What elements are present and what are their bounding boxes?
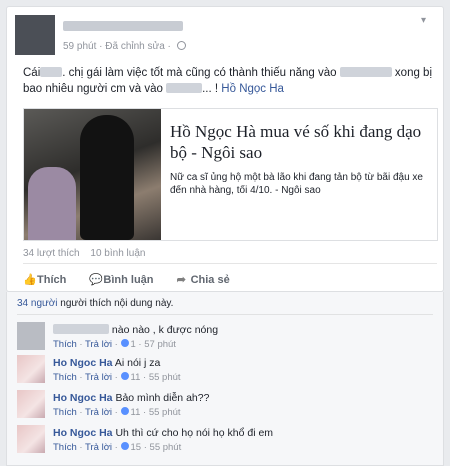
like-icon xyxy=(120,442,129,450)
link-title[interactable]: Hồ Ngọc Hà mua vé số khi đang dạo bộ - N… xyxy=(170,121,432,163)
link-description: Nữ ca sĩ ủng hộ một bà lão khi đang tản … xyxy=(170,172,423,196)
comment-time[interactable]: 55 phút xyxy=(149,372,181,383)
comment-reply-link[interactable]: Trả lời xyxy=(85,339,112,350)
chevron-down-icon[interactable]: ▾ xyxy=(421,15,431,26)
thumbnail-figure xyxy=(28,167,76,240)
comment-button[interactable]: 💬Bình luận xyxy=(89,273,153,286)
commenter-avatar[interactable] xyxy=(17,355,45,383)
like-label: Thích xyxy=(37,274,67,286)
thumbnail-figure xyxy=(80,115,134,240)
post-header: 59 phút · Đã chỉnh sửa · ▾ xyxy=(15,15,435,55)
comment-text: Ai nói j za xyxy=(114,357,161,369)
author-name-redacted[interactable] xyxy=(63,21,183,31)
like-button[interactable]: 👍Thích xyxy=(23,273,66,286)
comment-meta: Thích · Trả lời · 15 · 55 phút xyxy=(53,442,182,453)
comment-text: Bảo mình diễn ah?? xyxy=(115,392,210,404)
post-text: Cái . chị gái làm việc tốt mà cũng có thà… xyxy=(23,65,433,97)
comment-text: Uh thì cứ cho họ nói họ khổ đi em xyxy=(115,427,274,439)
comment-author[interactable]: Ho Ngoc Ha xyxy=(53,357,113,369)
comment-like-link[interactable]: Thích xyxy=(53,372,77,383)
comment-reply-link[interactable]: Trả lời xyxy=(85,442,112,453)
comment-time[interactable]: 55 phút xyxy=(149,407,181,418)
post-stats: 34 lượt thích 10 bình luận xyxy=(23,248,153,259)
globe-icon xyxy=(176,41,186,50)
likers-link[interactable]: 34 người xyxy=(17,298,58,309)
share-label: Chia sẻ xyxy=(190,274,230,286)
likers-text: người thích nội dung này. xyxy=(60,298,174,309)
post-card: 59 phút · Đã chỉnh sửa · ▾ Cái . chị gái … xyxy=(6,6,444,292)
comment-item: Ho Ngoc Ha Uh thì cứ cho họ nói họ khổ đ… xyxy=(17,425,437,459)
commenter-avatar[interactable] xyxy=(17,425,45,453)
comment-meta: Thích · Trả lời · 11 · 55 phút xyxy=(53,372,181,383)
comment-time[interactable]: 55 phút xyxy=(150,442,182,453)
post-text-part: . chị gái làm việc tốt mà cũng có thành … xyxy=(62,67,337,79)
comment-item: Ho Ngoc Ha Ai nói j za Thích · Trả lời ·… xyxy=(17,355,437,389)
post-time[interactable]: 59 phút xyxy=(63,41,96,52)
comment-item: nào nào , k được nóng Thích · Trả lời · … xyxy=(17,322,437,356)
comment-text: nào nào , k được nóng xyxy=(111,324,219,336)
comment-item: Ho Ngoc Ha Bảo mình diễn ah?? Thích · Tr… xyxy=(17,390,437,424)
likers-summary: 34 người người thích nội dung này. xyxy=(17,298,173,309)
post-meta: 59 phút · Đã chỉnh sửa · xyxy=(63,41,186,52)
redacted-author[interactable] xyxy=(53,324,109,334)
comment-label: Bình luận xyxy=(103,274,154,286)
commenter-avatar[interactable] xyxy=(17,390,45,418)
redacted-text xyxy=(166,83,203,93)
comment-body: Ho Ngoc Ha Ai nói j za xyxy=(53,357,160,369)
comment-like-count[interactable]: 11 xyxy=(131,372,141,383)
comment-like-link[interactable]: Thích xyxy=(53,407,77,418)
like-icon xyxy=(120,372,129,380)
comment-reply-link[interactable]: Trả lời xyxy=(85,372,112,383)
divider xyxy=(23,263,437,264)
shared-link-preview[interactable]: Hồ Ngọc Hà mua vé số khi đang dạo bộ - N… xyxy=(23,108,438,241)
comment-author[interactable]: Ho Ngoc Ha xyxy=(53,427,113,439)
comment-author[interactable]: Ho Ngoc Ha xyxy=(53,392,113,404)
comment-body: Ho Ngoc Ha Bảo mình diễn ah?? xyxy=(53,392,209,404)
share-icon: ➦ xyxy=(176,274,186,286)
comment-icon: 💬 xyxy=(89,274,104,286)
comment-like-link[interactable]: Thích xyxy=(53,339,77,350)
redacted-text xyxy=(339,67,392,77)
like-icon xyxy=(120,407,129,415)
comment-reply-link[interactable]: Trả lời xyxy=(85,407,112,418)
comment-body: Ho Ngoc Ha Uh thì cứ cho họ nói họ khổ đ… xyxy=(53,427,273,439)
likes-count[interactable]: 34 lượt thích xyxy=(23,248,80,259)
thumbs-up-icon: 👍 xyxy=(23,274,37,286)
divider xyxy=(17,314,433,315)
author-avatar[interactable] xyxy=(15,15,55,55)
link-thumbnail[interactable] xyxy=(24,109,161,240)
edited-label[interactable]: Đã chỉnh sửa xyxy=(105,41,165,52)
share-button[interactable]: ➦ Chia sẻ xyxy=(177,273,230,286)
comment-meta: Thích · Trả lời · 11 · 55 phút xyxy=(53,407,181,418)
comments-section: 34 người người thích nội dung này. nào n… xyxy=(6,292,444,466)
commenter-avatar[interactable] xyxy=(17,322,45,350)
action-bar: 👍Thích 💬Bình luận ➦ Chia sẻ xyxy=(23,273,250,286)
mention-link[interactable]: Hồ Ngọc Ha xyxy=(221,83,284,95)
comment-body: nào nào , k được nóng xyxy=(53,324,218,336)
like-icon xyxy=(120,339,129,347)
post-text-part: Cái xyxy=(23,67,41,79)
comment-time[interactable]: 57 phút xyxy=(144,339,176,350)
comments-count[interactable]: 10 bình luận xyxy=(90,248,145,259)
comment-like-count[interactable]: 15 xyxy=(131,442,142,453)
redacted-text xyxy=(40,67,63,77)
post-text-part: ... ! xyxy=(202,83,219,95)
comment-like-count[interactable]: 1 xyxy=(131,339,136,350)
comment-meta: Thích · Trả lời · 1 · 57 phút xyxy=(53,339,176,350)
comment-like-count[interactable]: 11 xyxy=(131,407,141,418)
comment-like-link[interactable]: Thích xyxy=(53,442,77,453)
